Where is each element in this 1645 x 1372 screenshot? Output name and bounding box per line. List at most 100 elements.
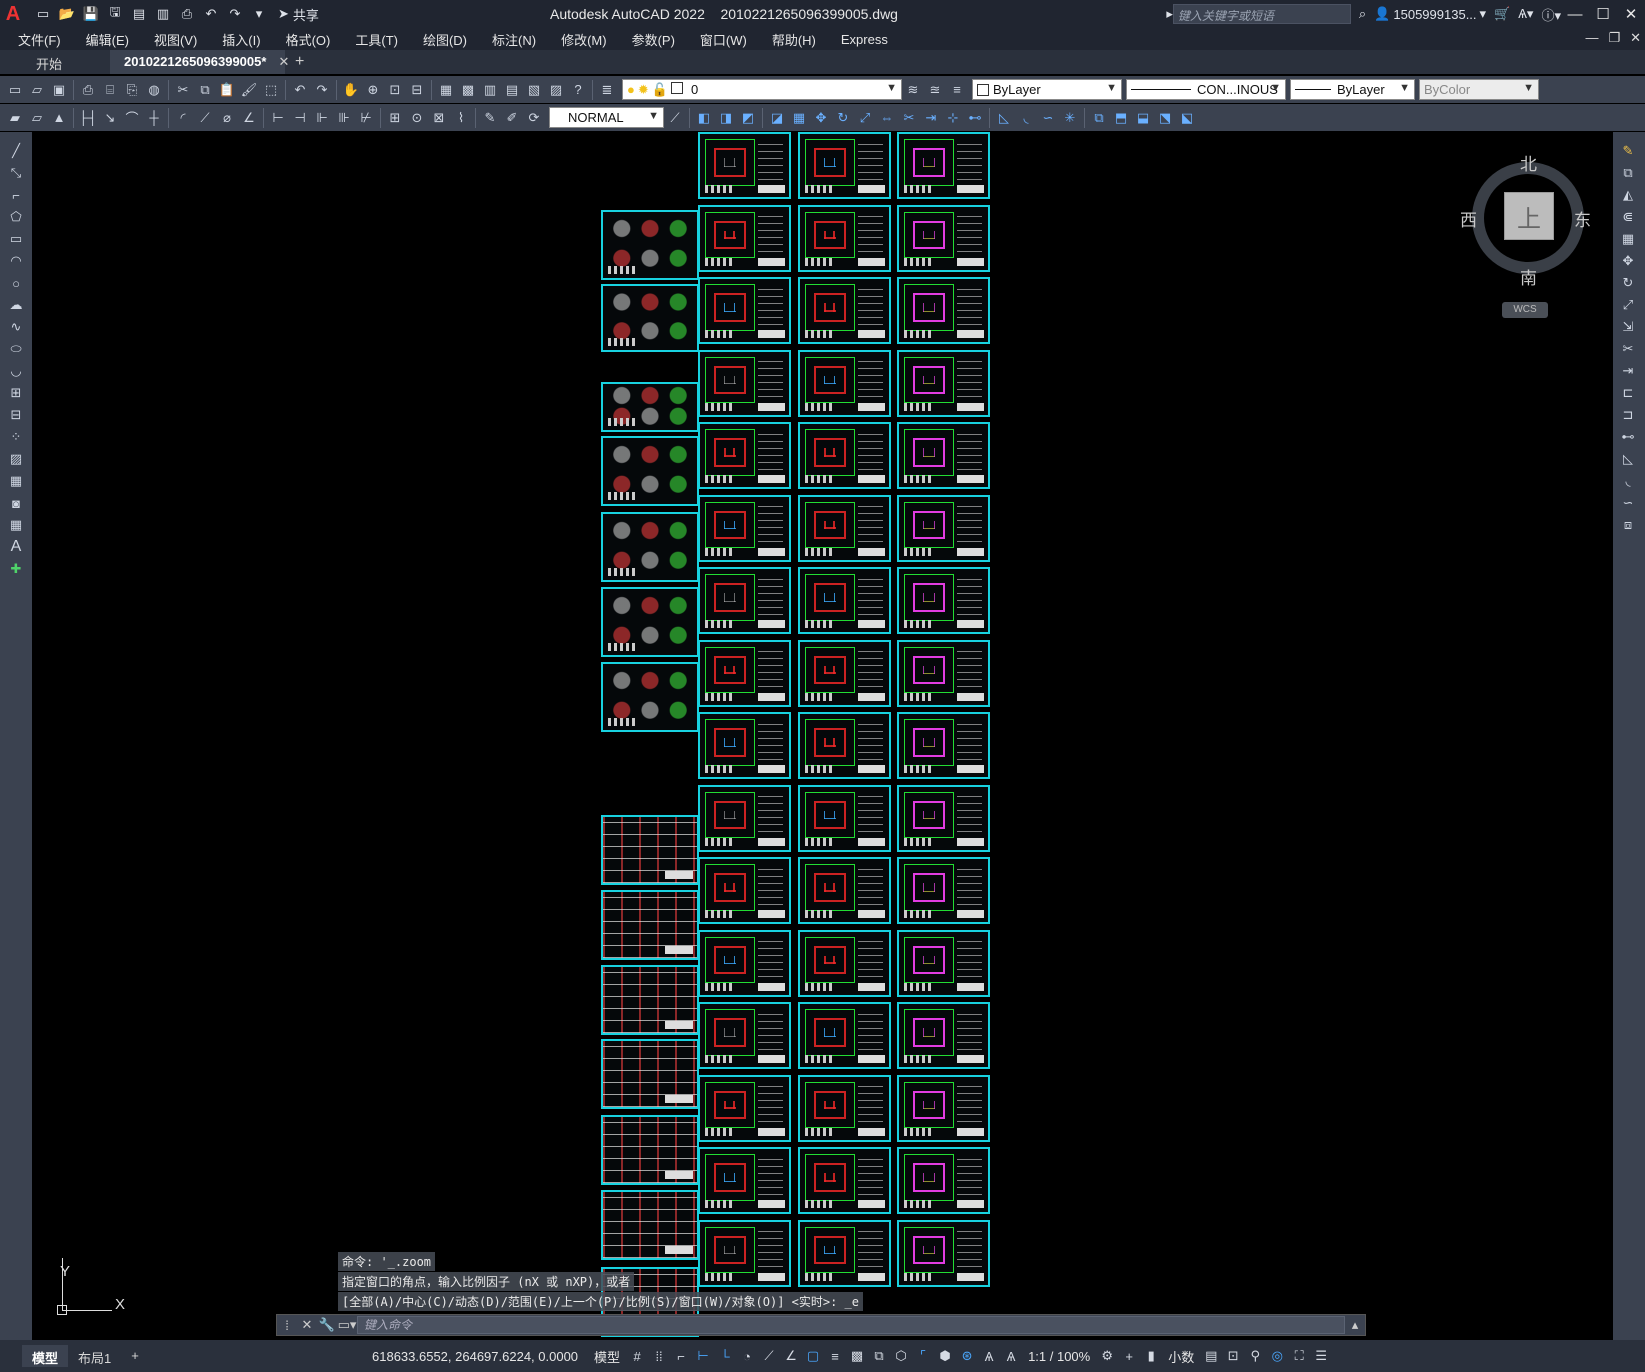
markup-icon[interactable]: ▧ [523, 79, 545, 101]
make-current-layer-icon[interactable]: ≋ [902, 79, 924, 101]
drawing-sheet[interactable] [897, 204, 990, 272]
linetype-dropdown[interactable]: CON...INOUS ▼ [1126, 79, 1286, 100]
layer-states-icon[interactable]: ≡ [946, 79, 968, 101]
coordinate-readout[interactable]: 618633.6552, 264697.6224, 0.0000 [372, 1349, 578, 1364]
drawing-sheet[interactable] [698, 784, 791, 852]
drawing-sheet[interactable] [897, 639, 990, 707]
rotate-icon[interactable]: ↻ [832, 107, 854, 129]
selection-cycling-icon[interactable]: ⧉ [868, 1348, 890, 1364]
model-space-canvas[interactable] [32, 132, 1613, 1340]
tab-drawing[interactable]: 2010221265096399005* ✕ [110, 50, 289, 74]
drawing-sheet[interactable] [897, 422, 990, 489]
drawing-sheet[interactable] [698, 712, 791, 779]
drawing-sheet[interactable] [698, 277, 791, 344]
plot-preview-icon[interactable]: ⌸ [99, 79, 121, 101]
drawing-sheet[interactable] [798, 422, 891, 489]
drawing-sheet[interactable] [798, 784, 891, 852]
tolerance-icon[interactable]: ⊞ [384, 107, 406, 129]
user-account[interactable]: 👤 1505999135... ▾ [1374, 6, 1486, 22]
drawing-sheet[interactable] [601, 1039, 699, 1109]
construction-line-icon[interactable]: ⤡ [5, 162, 27, 184]
insert-icon[interactable]: ▱ [26, 107, 48, 129]
expand-icon[interactable]: ▴ [1345, 1317, 1365, 1333]
offset-icon[interactable]: ⋐ [1617, 206, 1639, 228]
array-icon[interactable]: ▦ [1617, 228, 1639, 250]
erase-icon[interactable]: ◧ [693, 107, 715, 129]
mtext-icon[interactable]: A [5, 536, 27, 558]
drawing-sheet[interactable] [698, 494, 791, 562]
drawing-sheet[interactable] [798, 494, 891, 562]
circle-icon[interactable]: ○ [5, 272, 27, 294]
undo-icon[interactable]: ↶ [289, 79, 311, 101]
workspace-gear-icon[interactable]: ⚙ [1096, 1348, 1118, 1364]
drawing-sheet[interactable] [798, 929, 891, 997]
save-icon[interactable]: 💾 [80, 4, 102, 24]
drawing-sheet[interactable] [698, 1219, 791, 1287]
zoom-realtime-icon[interactable]: ⊕ [362, 79, 384, 101]
drawing-sheet[interactable] [897, 349, 990, 417]
join-icon[interactable]: ⊷ [964, 107, 986, 129]
save-as-icon[interactable]: 🖫 [104, 4, 126, 24]
drawing-sheet[interactable] [897, 929, 990, 997]
menu-edit[interactable]: 编辑(E) [86, 30, 129, 49]
baseline-icon[interactable]: ⊣ [289, 107, 311, 129]
stretch-icon[interactable]: ⇔ [876, 107, 898, 129]
maximize-button[interactable]: ☐ [1589, 5, 1617, 23]
3d-print-icon[interactable]: ◍ [143, 79, 165, 101]
chamfer-icon[interactable]: ◺ [993, 107, 1015, 129]
search-input[interactable]: 键入关键字或短语 [1172, 4, 1351, 24]
drawing-sheet[interactable] [601, 965, 699, 1035]
isodraft-icon[interactable]: ⟋ [758, 1348, 780, 1364]
lineweight-dropdown[interactable]: ByLayer ▼ [1290, 79, 1415, 100]
search-icon[interactable]: ⌕ [1359, 6, 1366, 22]
drawing-sheet[interactable] [798, 1074, 891, 1142]
hatch-icon[interactable]: ▨ [5, 448, 27, 470]
drawing-sheet[interactable] [698, 204, 791, 272]
drawing-sheet[interactable] [601, 512, 699, 582]
layer-properties-icon[interactable]: ≣ [596, 79, 618, 101]
color-dropdown[interactable]: ByLayer ▼ [972, 79, 1122, 100]
drawing-sheet[interactable] [698, 639, 791, 707]
minimize-button[interactable]: — [1561, 6, 1589, 23]
new-icon[interactable]: ▭ [4, 79, 26, 101]
space-icon[interactable]: ⊪ [333, 107, 355, 129]
new-icon[interactable]: ▭ [32, 4, 54, 24]
drawing-sheet[interactable] [897, 567, 990, 634]
model-space-toggle[interactable]: 模型 [594, 1347, 620, 1366]
layer-previous-icon[interactable]: ≊ [924, 79, 946, 101]
drawing-sheet[interactable] [698, 349, 791, 417]
tab-start[interactable]: 开始 [0, 50, 110, 74]
menu-dimension[interactable]: 标注(N) [492, 30, 536, 49]
revision-cloud-icon[interactable]: ☁ [5, 294, 27, 316]
blend-icon[interactable]: ∽ [1037, 107, 1059, 129]
compass-west[interactable]: 西 [1460, 206, 1477, 231]
mirror-icon[interactable]: ◭ [1617, 184, 1639, 206]
scale-icon[interactable]: ⤢ [1617, 294, 1639, 316]
jogged-icon[interactable]: ⟋ [194, 107, 216, 129]
redo-icon[interactable]: ↷ [224, 4, 246, 24]
attribute-icon[interactable]: ▲ [48, 107, 70, 129]
paste-icon[interactable]: 📋 [216, 79, 238, 101]
compass-north[interactable]: 北 [1520, 150, 1537, 175]
grid-icon[interactable]: # [626, 1349, 648, 1364]
doc-minimize-button[interactable]: — [1585, 30, 1598, 46]
pan-icon[interactable]: ✋ [340, 79, 362, 101]
drawing-sheet[interactable] [798, 349, 891, 417]
inspect-icon[interactable]: ⊠ [428, 107, 450, 129]
drawing-sheet[interactable] [798, 712, 891, 779]
drawing-sheet[interactable] [798, 639, 891, 707]
layer-dropdown[interactable]: ● ✹ 🔓 0 ▼ [622, 79, 902, 100]
text-edit-icon[interactable]: ✐ [501, 107, 523, 129]
plot-icon[interactable]: ⎙ [176, 4, 198, 24]
grip-handle-icon[interactable]: ⁞ [277, 1318, 297, 1333]
drawing-sheet[interactable] [601, 1115, 699, 1185]
command-input[interactable]: 键入命令 [357, 1316, 1345, 1334]
extend-icon[interactable]: ⇥ [1617, 360, 1639, 382]
menu-modify[interactable]: 修改(M) [561, 30, 607, 49]
drawing-sheet[interactable] [601, 210, 699, 280]
drawing-sheet[interactable] [897, 784, 990, 852]
menu-parametric[interactable]: 参数(P) [632, 30, 675, 49]
hatch-back-icon[interactable]: ⬕ [1176, 107, 1198, 129]
erase-icon[interactable]: ✎ [1617, 140, 1639, 162]
quick-dimension-icon[interactable]: ⊢ [267, 107, 289, 129]
